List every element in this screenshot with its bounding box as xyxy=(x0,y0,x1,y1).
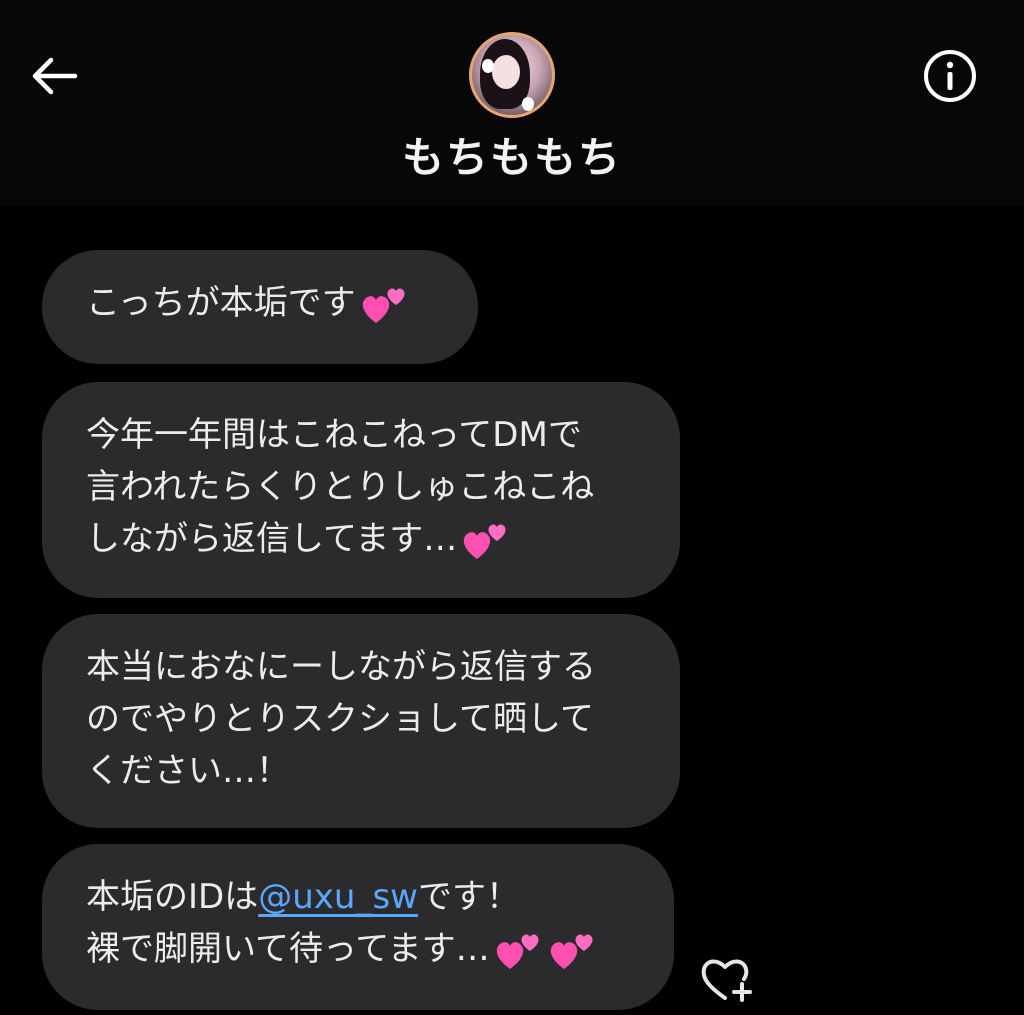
message-list: こっちが本垢です 今年一年間はこねこねってDMで 言われたらくりとりしゅこねこね… xyxy=(0,206,1024,1015)
message-line: こっちが本垢です xyxy=(86,283,356,323)
add-reaction-button[interactable] xyxy=(698,954,758,1004)
heart-plus-icon xyxy=(701,959,752,1002)
message-text: しながら返信してます… xyxy=(86,513,636,565)
bunny-decoration-icon xyxy=(522,97,534,111)
avatar[interactable] xyxy=(469,32,555,118)
message-bubble[interactable]: 本垢のIDは@uxu_swです！ 裸で脚開いて待ってます… xyxy=(42,844,674,1010)
user-mention-link[interactable]: @uxu_sw xyxy=(258,877,418,917)
bunny-decoration-icon xyxy=(482,59,494,73)
message-line: のでやりとりスクショして晒して xyxy=(86,699,594,739)
message-text: 本垢のIDは@uxu_swです！ xyxy=(86,871,630,923)
message-line: 裸で脚開いて待ってます… xyxy=(86,929,490,969)
message-text: 裸で脚開いて待ってます… xyxy=(86,923,630,975)
avatar-face xyxy=(492,55,520,89)
contact-name[interactable]: もちももち xyxy=(0,130,1024,186)
message-line: 本垢のIDは xyxy=(86,877,259,917)
message-line: 今年一年間はこねこねってDMで xyxy=(86,415,582,455)
info-circle-icon xyxy=(924,50,976,102)
back-button[interactable] xyxy=(26,48,82,104)
message-line: 言われたらくりとりしゅこねこね xyxy=(86,467,595,507)
message-bubble[interactable]: 今年一年間はこねこねってDMで 言われたらくりとりしゅこねこね しながら返信して… xyxy=(42,382,680,598)
message-line: 本当におなにーしながら返信する xyxy=(86,647,596,687)
message-line: しながら返信してます… xyxy=(86,519,458,559)
two-hearts-emoji-icon xyxy=(496,933,539,969)
message-bubble[interactable]: こっちが本垢です xyxy=(42,250,478,364)
two-hearts-emoji-icon xyxy=(464,523,506,559)
two-hearts-emoji-icon xyxy=(550,933,593,969)
info-button[interactable] xyxy=(920,46,980,106)
message-text: こっちが本垢です xyxy=(86,277,434,329)
message-bubble[interactable]: 本当におなにーしながら返信する のでやりとりスクショして晒して ください…！ xyxy=(42,614,680,828)
two-hearts-emoji-icon xyxy=(362,287,405,323)
chat-header: もちももち xyxy=(0,0,1024,206)
arrow-left-icon xyxy=(32,57,78,95)
message-line: ください…！ xyxy=(86,751,290,791)
message-line: です！ xyxy=(417,877,520,917)
